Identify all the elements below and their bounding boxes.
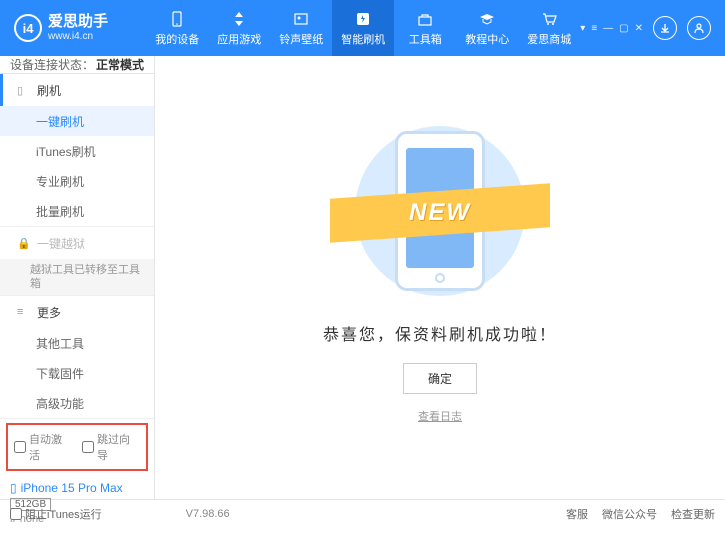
menu-batch-flash[interactable]: 批量刷机 (0, 196, 154, 226)
device-name[interactable]: ▯ iPhone 15 Pro Max (10, 481, 144, 495)
main-content: NEW 恭喜您，保资料刷机成功啦！ 确定 查看日志 (155, 56, 725, 499)
menu-download-firmware[interactable]: 下载固件 (0, 358, 154, 388)
footer-support-link[interactable]: 客服 (566, 506, 588, 522)
footer-update-link[interactable]: 检查更新 (671, 506, 715, 522)
menu-itunes-flash[interactable]: iTunes刷机 (0, 136, 154, 166)
success-illustration: NEW (350, 121, 530, 301)
user-button[interactable] (687, 16, 711, 40)
tab-flash[interactable]: 智能刷机 (332, 0, 394, 56)
brand-url: www.i4.cn (48, 31, 108, 42)
confirm-button[interactable]: 确定 (403, 363, 477, 394)
more-icon: ≡ (17, 306, 31, 318)
view-log-link[interactable]: 查看日志 (418, 408, 462, 424)
tab-store[interactable]: 爱思商城 (518, 0, 580, 56)
jailbreak-note: 越狱工具已转移至工具箱 (0, 259, 154, 295)
logo-area: i4 爱思助手 www.i4.cn (8, 14, 146, 42)
graduation-icon (478, 10, 496, 28)
flash-icon (354, 10, 372, 28)
menu-group-more[interactable]: ≡ 更多 (0, 296, 154, 328)
version-label: V7.98.66 (186, 508, 230, 520)
window-controls: ▾ ≡ — ▢ ✕ (580, 23, 643, 34)
logo-icon: i4 (14, 14, 42, 42)
app-header: i4 爱思助手 www.i4.cn 我的设备 应用游戏 铃声壁纸 智能刷机 工具… (0, 0, 725, 56)
device-phone-icon: ▯ (10, 481, 17, 495)
sidebar: 设备连接状态： 正常模式 ▯ 刷机 一键刷机 iTunes刷机 专业刷机 批量刷… (0, 56, 155, 499)
nav-tabs: 我的设备 应用游戏 铃声壁纸 智能刷机 工具箱 教程中心 爱思商城 (146, 0, 580, 56)
footer-wechat-link[interactable]: 微信公众号 (602, 506, 657, 522)
menu-one-key-flash[interactable]: 一键刷机 (0, 106, 154, 136)
ribbon-text: NEW (409, 199, 471, 227)
maximize-icon[interactable]: ▢ (619, 23, 628, 34)
minimize-icon[interactable]: — (603, 23, 613, 34)
download-button[interactable] (653, 16, 677, 40)
tab-apps[interactable]: 应用游戏 (208, 0, 270, 56)
close-icon[interactable]: ✕ (635, 23, 643, 34)
list-icon[interactable]: ≡ (591, 23, 597, 34)
menu-group-jailbreak: 🔒 一键越狱 (0, 227, 154, 259)
connection-status: 设备连接状态： 正常模式 (0, 56, 154, 74)
tab-tutorials[interactable]: 教程中心 (456, 0, 518, 56)
menu-pro-flash[interactable]: 专业刷机 (0, 166, 154, 196)
success-message: 恭喜您，保资料刷机成功啦！ (323, 321, 557, 345)
tab-toolbox[interactable]: 工具箱 (394, 0, 456, 56)
menu-group-flash[interactable]: ▯ 刷机 (0, 74, 154, 106)
options-row: 自动激活 跳过向导 (6, 423, 148, 471)
image-icon (292, 10, 310, 28)
apps-icon (230, 10, 248, 28)
cart-icon (540, 10, 558, 28)
skip-guide-checkbox[interactable]: 跳过向导 (82, 431, 140, 463)
toolbox-icon (416, 10, 434, 28)
menu-icon[interactable]: ▾ (580, 23, 585, 34)
brand-name: 爱思助手 (48, 14, 108, 31)
lock-icon: 🔒 (17, 237, 31, 250)
tab-ringtones[interactable]: 铃声壁纸 (270, 0, 332, 56)
menu-other-tools[interactable]: 其他工具 (0, 328, 154, 358)
menu-advanced[interactable]: 高级功能 (0, 388, 154, 418)
block-itunes-checkbox[interactable]: 阻止iTunes运行 (10, 506, 102, 522)
phone-icon (168, 10, 186, 28)
tab-my-device[interactable]: 我的设备 (146, 0, 208, 56)
device-info: ▯ iPhone 15 Pro Max 512GB iPhone (0, 475, 154, 533)
auto-activate-checkbox[interactable]: 自动激活 (14, 431, 72, 463)
phone-small-icon: ▯ (17, 84, 31, 97)
